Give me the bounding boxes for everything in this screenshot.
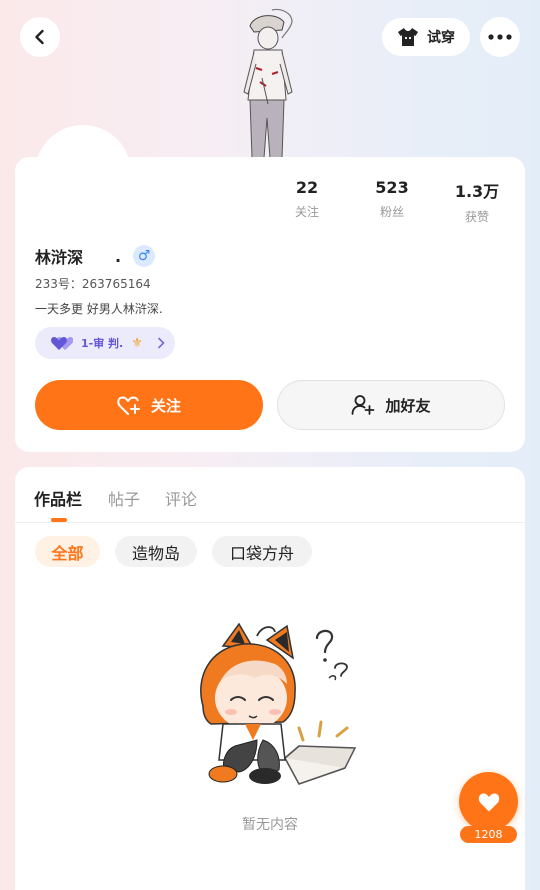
more-dots-icon xyxy=(488,34,512,40)
filter-creation-island[interactable]: 造物岛 xyxy=(115,536,197,567)
more-button[interactable] xyxy=(480,17,520,57)
stat-following-label: 关注 xyxy=(294,205,319,219)
stat-likes-value: 1.3万 xyxy=(454,182,500,201)
heart-icon xyxy=(478,793,499,811)
stat-likes-label: 获赞 xyxy=(464,210,489,224)
try-on-label: 试穿 xyxy=(427,30,455,46)
heart-plus-icon xyxy=(117,396,140,415)
back-button[interactable] xyxy=(20,17,60,57)
filter-all[interactable]: 全部 xyxy=(35,536,100,567)
filter-pocket-ark[interactable]: 口袋方舟 xyxy=(212,536,312,567)
male-gender-icon: ♂ xyxy=(133,245,156,267)
stat-fans-label: 粉丝 xyxy=(379,205,404,219)
stat-likes[interactable]: 1.3万 获赞 xyxy=(437,178,517,225)
empty-state-illustration xyxy=(200,622,357,785)
chevron-left-icon xyxy=(35,29,44,45)
add-friend-label: 加好友 xyxy=(385,396,431,415)
like-count-badge: 1208 xyxy=(460,826,517,843)
tab-posts[interactable]: 帖子 xyxy=(108,486,140,510)
user-name-suffix: . xyxy=(115,246,122,266)
status-bar xyxy=(0,0,540,8)
follow-label: 关注 xyxy=(150,396,181,415)
double-heart-icon xyxy=(51,337,73,350)
chevron-right-icon xyxy=(158,337,165,349)
user-name: 林浒深 xyxy=(35,248,84,267)
tab-works[interactable]: 作品栏 xyxy=(34,486,82,510)
fleur-de-lis-icon: ⚜ xyxy=(131,335,143,351)
avatar[interactable] xyxy=(35,125,131,221)
stat-following-value: 22 xyxy=(295,178,319,197)
badge-text: 1-审 判. xyxy=(81,337,124,350)
tshirt-icon xyxy=(398,28,418,46)
try-on-button[interactable]: 试穿 xyxy=(382,18,470,56)
title-badge[interactable]: 1-审 判. ⚜ xyxy=(35,327,175,359)
avatar-character-figure xyxy=(243,8,293,158)
user-id: 233号：263765164 xyxy=(35,277,151,291)
name-row: 林浒深 . ♂ xyxy=(35,244,156,268)
add-user-icon xyxy=(352,395,375,415)
floating-like-button[interactable] xyxy=(459,772,518,831)
empty-state-text: 暂无内容 xyxy=(242,817,298,833)
stat-fans-value: 523 xyxy=(375,178,409,197)
follow-button[interactable]: 关注 xyxy=(35,380,263,430)
stat-fans[interactable]: 523 粉丝 xyxy=(352,178,432,220)
stat-following[interactable]: 22 关注 xyxy=(267,178,347,220)
tab-divider xyxy=(15,522,525,523)
add-friend-button[interactable]: 加好友 xyxy=(277,380,505,430)
tab-comments[interactable]: 评论 xyxy=(165,486,197,510)
user-bio: 一天多更 好男人林浒深. xyxy=(35,302,163,316)
